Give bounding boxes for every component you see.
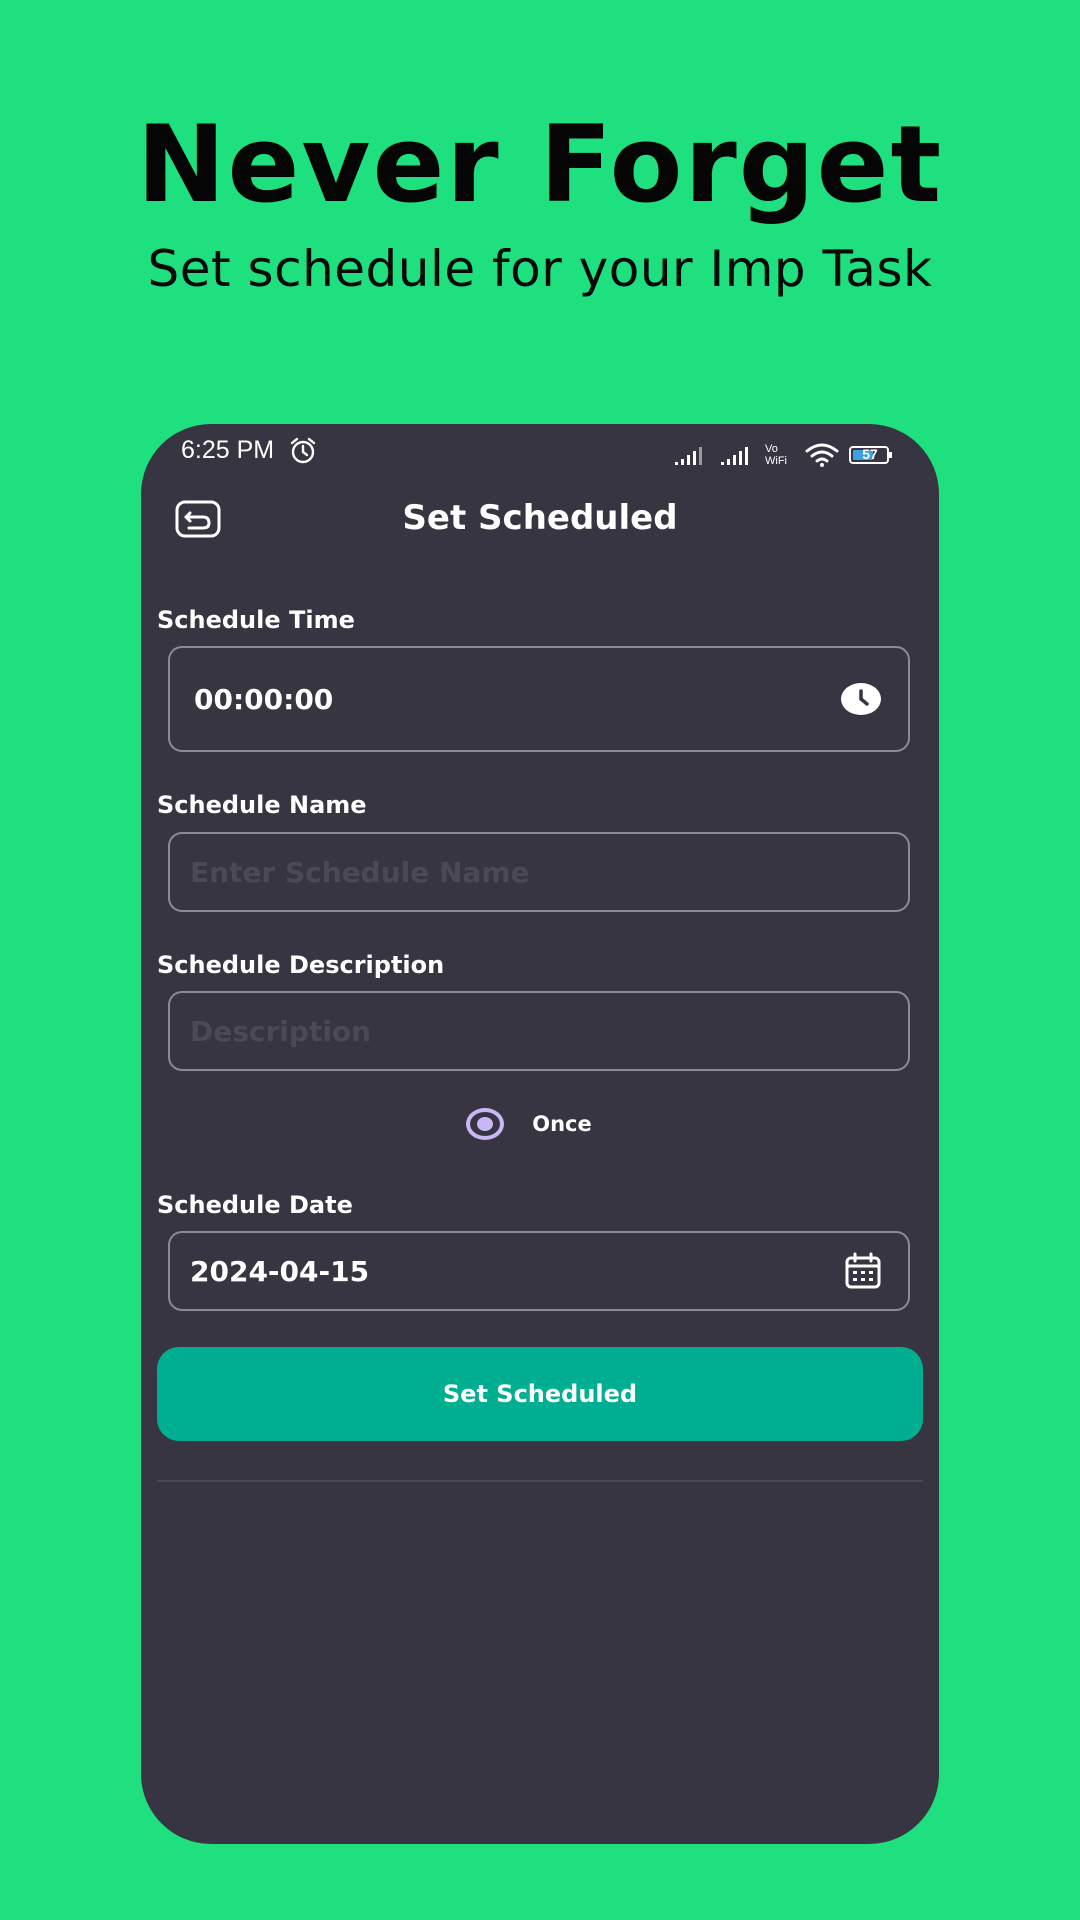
clock-icon[interactable] (840, 682, 882, 716)
alarm-icon (290, 437, 316, 464)
schedule-date-label: Schedule Date (157, 1191, 353, 1219)
phone-screen: 6:25 PM Vo WiFi 57 Set Scheduled Schedul… (141, 424, 939, 1844)
vowifi-top: Vo (765, 443, 778, 455)
radio-selected-dot (477, 1117, 494, 1131)
once-label[interactable]: Once (532, 1112, 592, 1136)
schedule-time-value: 00:00:00 (194, 682, 334, 716)
status-time: 6:25 PM (181, 436, 275, 464)
vowifi-bottom: WiFi (765, 455, 787, 467)
schedule-description-placeholder: Description (190, 1014, 372, 1048)
schedule-name-input[interactable]: Enter Schedule Name (168, 832, 910, 912)
schedule-description-input[interactable]: Description (168, 991, 910, 1071)
schedule-date-value: 2024-04-15 (190, 1254, 370, 1288)
signal-icon (721, 447, 748, 465)
wifi-icon (805, 443, 839, 467)
schedule-date-field[interactable]: 2024-04-15 (168, 1231, 910, 1311)
divider (157, 1480, 923, 1482)
hero-subtitle: Set schedule for your Imp Task (147, 240, 933, 298)
schedule-time-field[interactable]: 00:00:00 (168, 646, 910, 752)
schedule-description-label: Schedule Description (157, 951, 445, 979)
status-icons: Vo WiFi 57 (673, 440, 895, 470)
vowifi-indicator: Vo WiFi (765, 443, 795, 467)
repeat-option-row: Once (141, 1104, 939, 1144)
schedule-name-label: Schedule Name (157, 791, 367, 819)
once-radio[interactable] (466, 1108, 505, 1140)
battery-level: 57 (862, 446, 878, 462)
set-scheduled-button[interactable]: Set Scheduled (157, 1347, 923, 1441)
calendar-icon[interactable] (844, 1252, 882, 1290)
schedule-time-label: Schedule Time (157, 606, 355, 634)
schedule-name-placeholder: Enter Schedule Name (190, 855, 530, 889)
battery-icon: 57 (849, 445, 895, 465)
screen-title: Set Scheduled (402, 498, 678, 538)
hero-title: Never Forget (136, 103, 944, 226)
signal-icon (675, 447, 702, 465)
